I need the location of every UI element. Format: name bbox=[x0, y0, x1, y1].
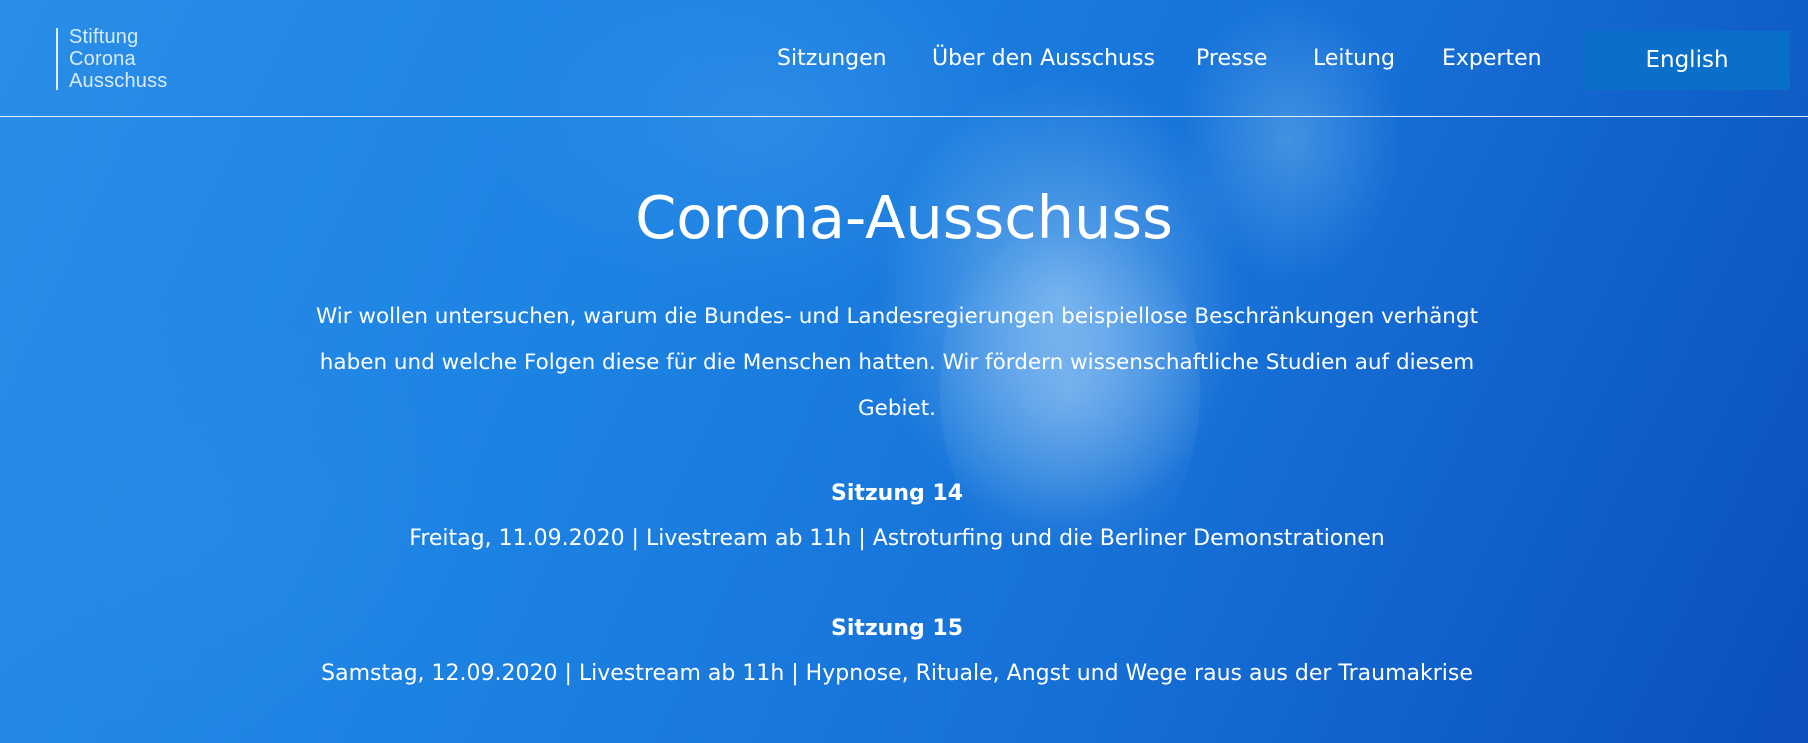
english-language-button[interactable]: English bbox=[1584, 31, 1790, 90]
session-14-details: Freitag, 11.09.2020 | Livestream ab 11h … bbox=[409, 526, 1385, 551]
session-15-title: Sitzung 15 bbox=[830, 616, 964, 641]
nav-item-presse[interactable]: Presse bbox=[1196, 44, 1267, 74]
nav-item-sitzungen[interactable]: Sitzungen bbox=[777, 44, 887, 74]
page-title: Corona-Ausschuss bbox=[635, 183, 1173, 252]
main-navigation: Sitzungen Über den Ausschuss Presse Leit… bbox=[0, 44, 1808, 74]
session-15-details: Samstag, 12.09.2020 | Livestream ab 11h … bbox=[321, 661, 1473, 686]
nav-item-ueber-den-ausschuss[interactable]: Über den Ausschuss bbox=[932, 44, 1155, 74]
intro-text: Wir wollen untersuchen, warum die Bundes… bbox=[316, 304, 1478, 421]
nav-item-leitung[interactable]: Leitung bbox=[1313, 44, 1395, 74]
session-14-title: Sitzung 14 bbox=[830, 481, 964, 506]
site-header: Stiftung Corona Ausschuss Sitzungen Über… bbox=[0, 0, 1808, 117]
nav-item-experten[interactable]: Experten bbox=[1442, 44, 1542, 74]
